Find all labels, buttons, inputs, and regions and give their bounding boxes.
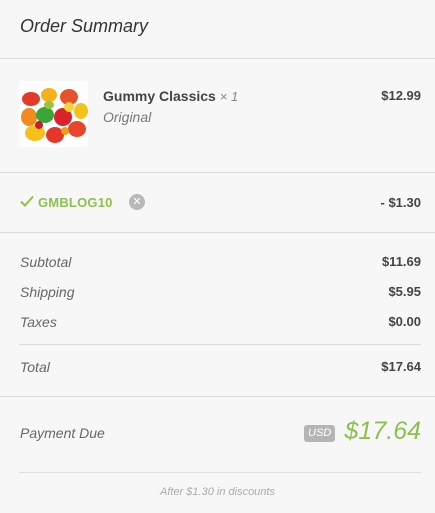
taxes-value: $0.00 [388, 314, 421, 329]
payment-due-amount: $17.64 [344, 417, 421, 445]
page-title: Order Summary [20, 16, 149, 36]
total-label: Total [20, 359, 50, 375]
currency-badge: USD [304, 425, 336, 442]
discount-note: After $1.30 in discounts [160, 486, 275, 498]
shipping-value: $5.95 [388, 284, 421, 299]
product-image [19, 81, 88, 147]
subtotal-value: $11.69 [381, 254, 421, 269]
totals-section: Subtotal $11.69 Shipping $5.95 Taxes $0.… [0, 233, 435, 397]
payment-due-section: Payment Due USD $17.64 After $1.30 in di… [0, 397, 435, 513]
discount-code: GMBLOG10 [38, 195, 113, 210]
product-title: Gummy Classics [103, 88, 216, 104]
gummy-candies-icon [19, 81, 88, 147]
payment-due-label: Payment Due [20, 425, 105, 441]
product-price: $12.99 [381, 88, 421, 103]
taxes-label: Taxes [20, 314, 57, 330]
remove-discount-button[interactable]: ✕ [129, 194, 145, 210]
subtotal-label: Subtotal [20, 254, 72, 270]
total-row: Total $17.64 [20, 359, 421, 379]
discount-amount: - $1.30 [380, 195, 421, 210]
taxes-row: Taxes $0.00 [20, 314, 421, 334]
shipping-label: Shipping [20, 284, 75, 300]
total-value: $17.64 [381, 359, 421, 374]
order-summary-panel: Order Summary Gummy Classics × 1 Origina… [0, 0, 435, 513]
subtotal-row: Subtotal $11.69 [20, 254, 421, 274]
product-name: Gummy Classics × 1 [103, 88, 238, 104]
product-quantity: × 1 [219, 89, 239, 104]
line-item: Gummy Classics × 1 Original $12.99 [0, 59, 435, 173]
checkmark-icon [20, 195, 34, 207]
discount-row: GMBLOG10 ✕ - $1.30 [0, 173, 435, 233]
divider [19, 344, 421, 345]
shipping-row: Shipping $5.95 [20, 284, 421, 304]
product-variant: Original [103, 109, 152, 125]
close-icon: ✕ [132, 196, 142, 208]
order-summary-header: Order Summary [0, 0, 435, 59]
divider [19, 472, 421, 473]
